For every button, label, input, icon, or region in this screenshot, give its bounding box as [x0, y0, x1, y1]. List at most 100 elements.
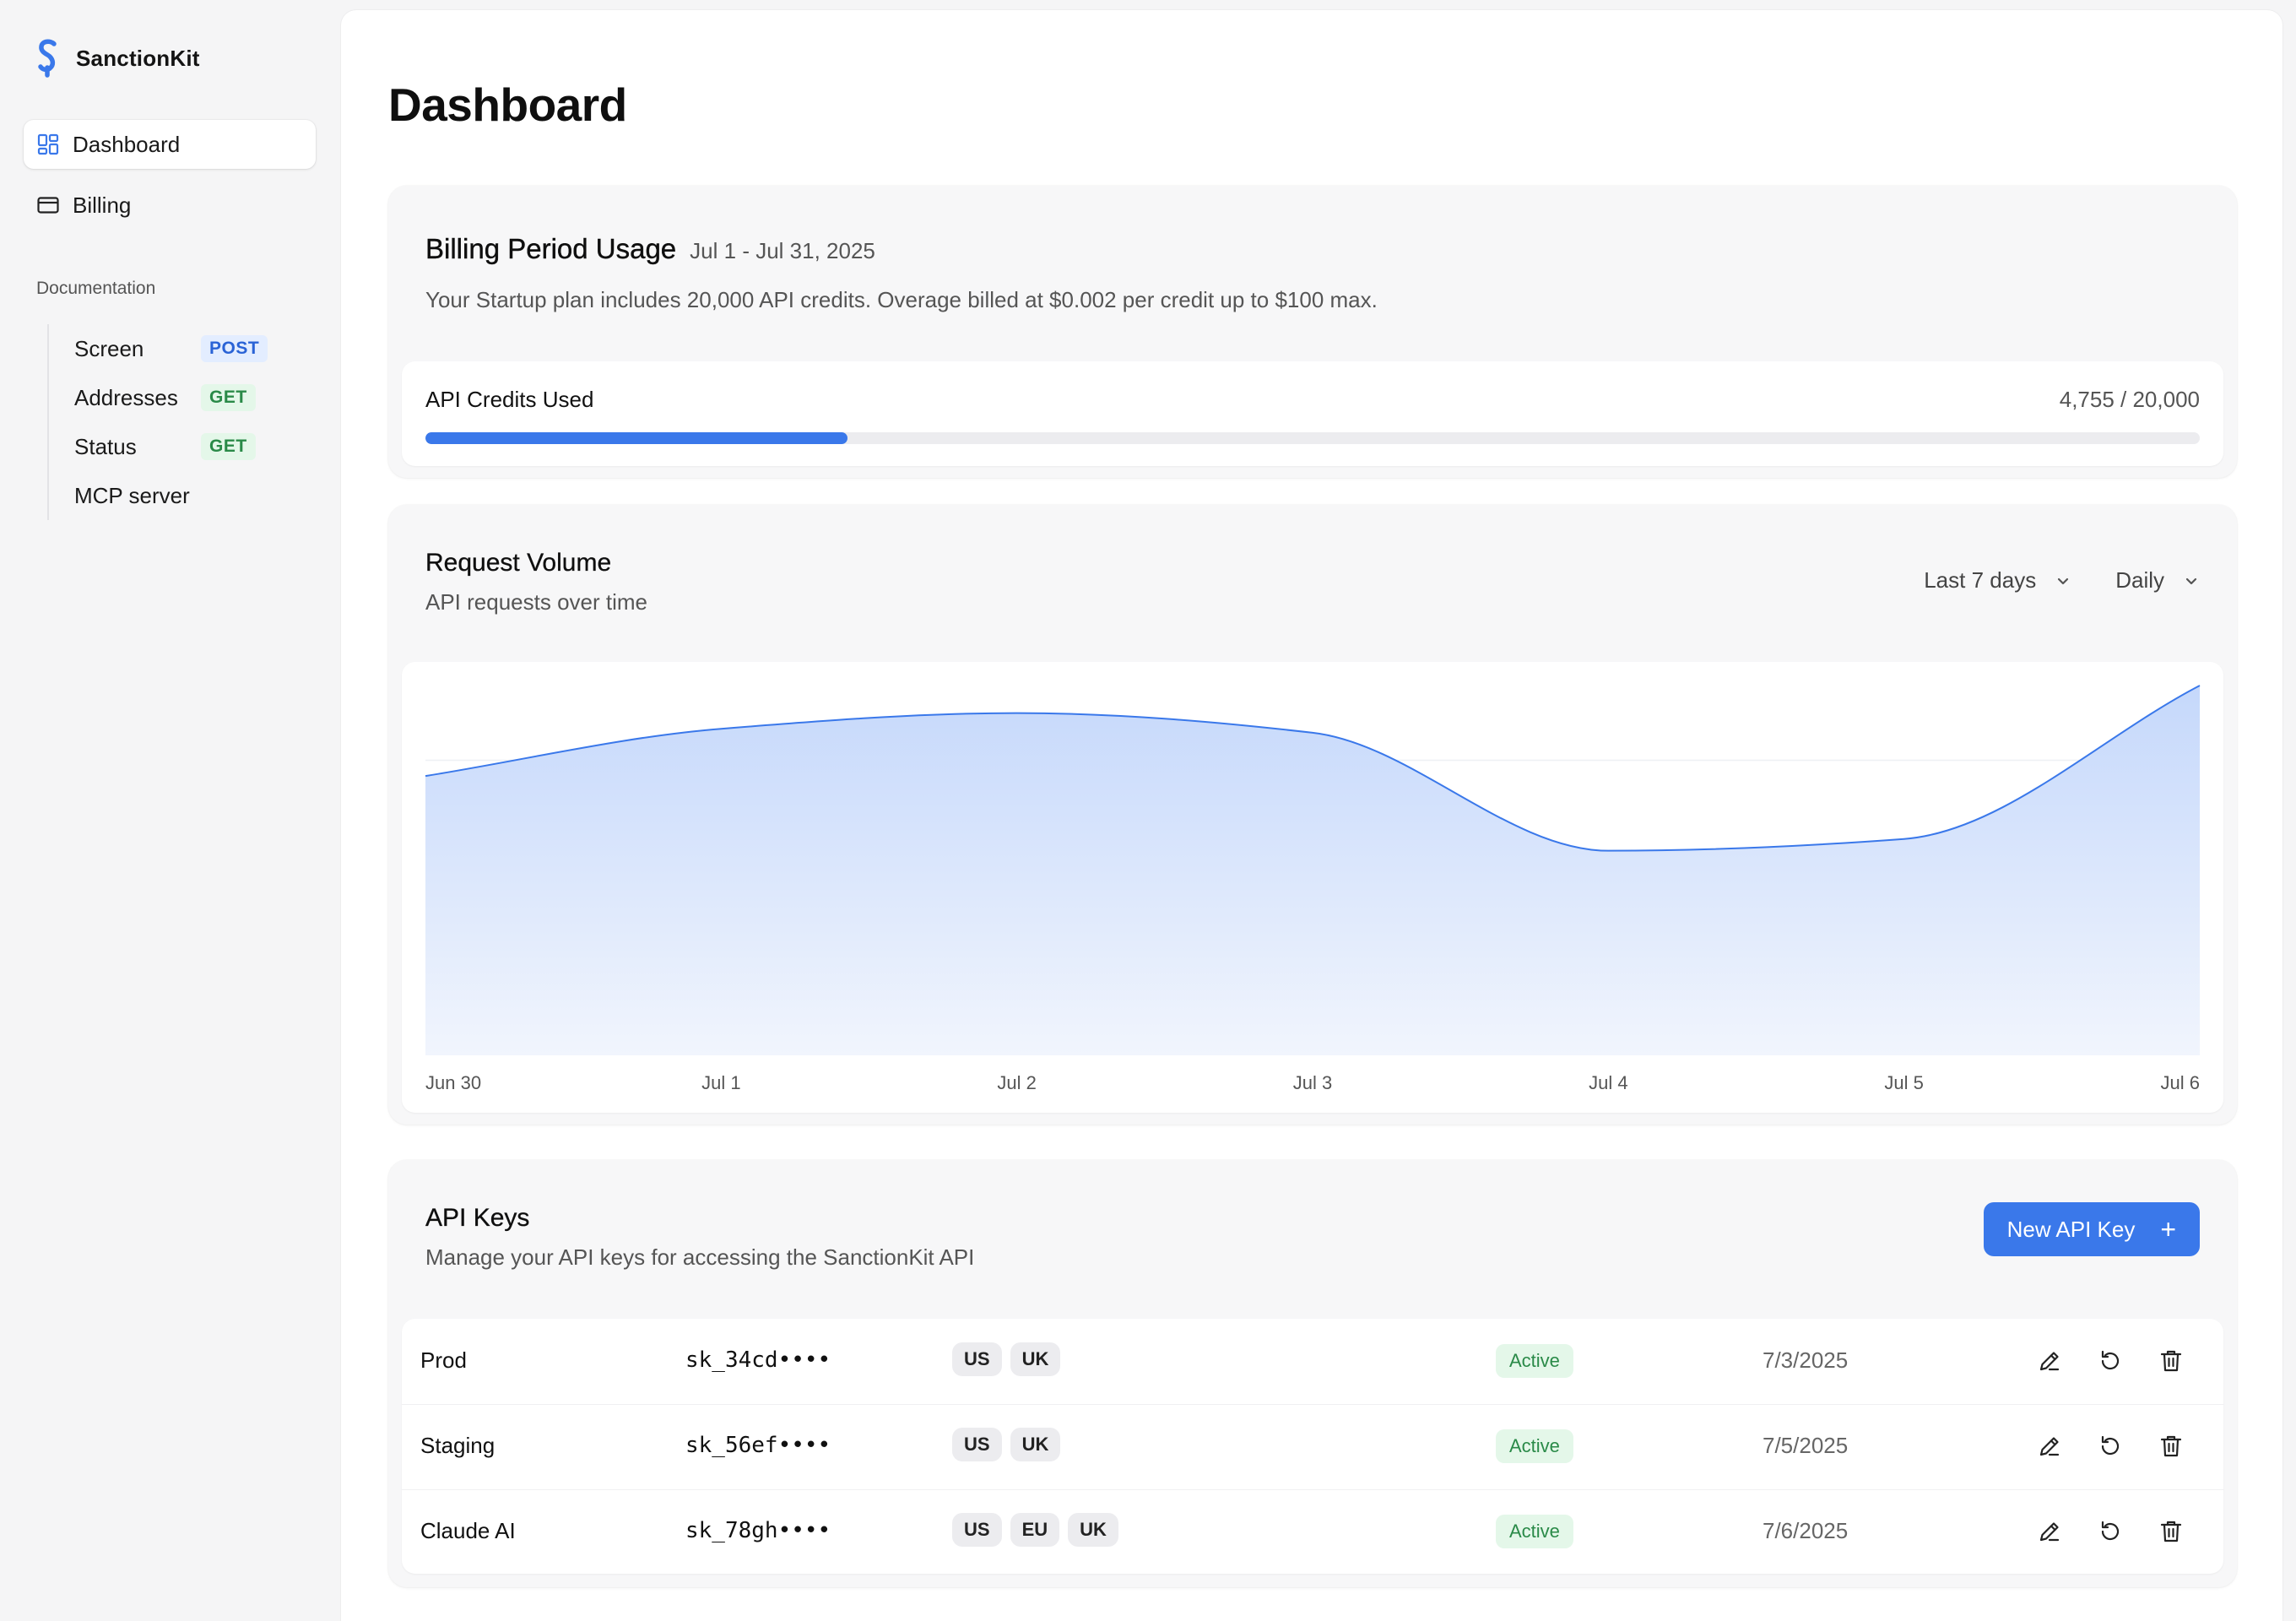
- doc-item-label: MCP server: [74, 482, 190, 508]
- key-name: Prod: [420, 1347, 467, 1373]
- credits-usage-count: 4,755 / 20,000: [2059, 387, 2200, 412]
- brand[interactable]: SanctionKit: [35, 39, 200, 78]
- new-api-key-label: New API Key: [2006, 1216, 2136, 1242]
- rotate-key-button[interactable]: [2093, 1429, 2127, 1463]
- api-keys-card: API Keys Manage your API keys for access…: [388, 1160, 2237, 1587]
- chevron-down-icon: [2185, 577, 2197, 584]
- x-tick-label: Jul 6: [2161, 1072, 2200, 1093]
- table-row: Claude AI sk_78gh•••• US EU UK Active 7/…: [402, 1489, 2223, 1574]
- nav-item-label: Billing: [73, 192, 132, 218]
- main-content: Dashboard Billing Period Usage Jul 1 - J…: [341, 10, 2282, 1621]
- x-tick-label: Jul 1: [701, 1072, 740, 1093]
- refresh-icon: [2101, 1435, 2120, 1456]
- method-badge: GET: [201, 384, 256, 411]
- doc-item-screen[interactable]: Screen POST: [74, 324, 292, 373]
- documentation-list: Screen POST Addresses GET Status GET MCP…: [47, 324, 292, 520]
- region-tag: UK: [1010, 1428, 1061, 1461]
- request-volume-area: [425, 685, 2200, 1055]
- interval-dropdown-label: Daily: [2115, 567, 2164, 593]
- pencil-icon: [2039, 1352, 2060, 1371]
- chart-controls: Last 7 days Daily: [1880, 567, 2200, 594]
- region-tag: US: [952, 1428, 1002, 1461]
- status-badge: Active: [1496, 1515, 1573, 1548]
- x-tick-label: Jun 30: [425, 1072, 481, 1093]
- billing-title: Billing Period Usage: [425, 233, 677, 264]
- request-volume-card: Request Volume API requests over time La…: [388, 505, 2237, 1125]
- credits-usage-label: API Credits Used: [425, 387, 594, 412]
- x-tick-label: Jul 2: [997, 1072, 1036, 1093]
- method-badge: POST: [201, 335, 268, 362]
- table-row: Prod sk_34cd•••• US UK Active 7/3/2025: [402, 1319, 2223, 1403]
- refresh-icon: [2101, 1350, 2120, 1370]
- delete-button[interactable]: [2154, 1515, 2188, 1548]
- doc-item-label: Screen: [74, 335, 144, 361]
- credits-progress-fill: [425, 432, 847, 444]
- status-badge: Active: [1496, 1429, 1573, 1463]
- sidebar: SanctionKit Dashboard Billing Documentat…: [0, 0, 338, 1621]
- pencil-icon: [2039, 1437, 2060, 1456]
- key-token: sk_78gh••••: [685, 1518, 831, 1543]
- request-volume-chart-panel: Jun 30 Jul 1 Jul 2 Jul 3 Jul 4 Jul 5 Jul 6: [402, 662, 2223, 1113]
- api-keys-subtitle: Manage your API keys for accessing the S…: [425, 1244, 975, 1270]
- x-tick-label: Jul 5: [1884, 1072, 1923, 1093]
- key-name: Claude AI: [420, 1518, 516, 1543]
- sanctionkit-logo-icon: [38, 39, 57, 78]
- new-api-key-button[interactable]: New API Key +: [1983, 1202, 2200, 1256]
- region-tag: EU: [1010, 1513, 1060, 1547]
- delete-button[interactable]: [2154, 1344, 2188, 1378]
- brand-name: SanctionKit: [76, 45, 200, 71]
- chevron-down-icon: [2058, 577, 2069, 584]
- trash-icon: [2160, 1350, 2182, 1372]
- range-dropdown[interactable]: Last 7 days: [1924, 567, 2071, 594]
- range-dropdown-label: Last 7 days: [1924, 567, 2037, 593]
- region-tag: US: [952, 1513, 1002, 1547]
- pencil-icon: [2039, 1522, 2060, 1542]
- edit-button[interactable]: [2033, 1515, 2066, 1548]
- api-keys-table: Prod sk_34cd•••• US UK Active 7/3/2025 S…: [402, 1319, 2223, 1574]
- api-keys-title: API Keys: [425, 1204, 530, 1232]
- row-actions: [2033, 1344, 2215, 1378]
- edit-button[interactable]: [2033, 1344, 2066, 1378]
- credits-usage-panel: API Credits Used 4,755 / 20,000: [402, 361, 2223, 466]
- region-tags: US EU UK: [952, 1513, 1127, 1547]
- billing-usage-card: Billing Period Usage Jul 1 - Jul 31, 202…: [388, 186, 2237, 478]
- doc-item-status[interactable]: Status GET: [74, 422, 292, 471]
- key-created-date: 7/6/2025: [1763, 1518, 1849, 1543]
- credits-progress-bar: [425, 432, 2200, 444]
- region-tag: UK: [1010, 1342, 1061, 1376]
- doc-item-addresses[interactable]: Addresses GET: [74, 373, 292, 422]
- nav-item-dashboard[interactable]: Dashboard: [24, 120, 316, 169]
- trash-icon: [2160, 1521, 2182, 1542]
- trash-icon: [2160, 1435, 2182, 1457]
- doc-item-mcp-server[interactable]: MCP server: [74, 471, 292, 520]
- refresh-icon: [2101, 1521, 2120, 1541]
- x-tick-label: Jul 3: [1293, 1072, 1332, 1093]
- request-volume-title: Request Volume: [425, 549, 612, 577]
- rotate-key-button[interactable]: [2093, 1344, 2127, 1378]
- billing-header: Billing Period Usage Jul 1 - Jul 31, 202…: [425, 233, 875, 265]
- page-title: Dashboard: [388, 79, 627, 131]
- interval-dropdown[interactable]: Daily: [2115, 567, 2200, 594]
- nav-item-billing[interactable]: Billing: [24, 181, 316, 230]
- dashboard-grid-icon: [37, 133, 59, 155]
- edit-button[interactable]: [2033, 1429, 2066, 1463]
- doc-item-label: Status: [74, 433, 137, 459]
- key-token: sk_56ef••••: [685, 1433, 831, 1458]
- key-created-date: 7/5/2025: [1763, 1433, 1849, 1458]
- region-tags: US UK: [952, 1428, 1069, 1461]
- rotate-key-button[interactable]: [2093, 1515, 2127, 1548]
- key-created-date: 7/3/2025: [1763, 1347, 1849, 1373]
- delete-button[interactable]: [2154, 1429, 2188, 1463]
- billing-period: Jul 1 - Jul 31, 2025: [690, 238, 875, 263]
- status-badge: Active: [1496, 1344, 1573, 1378]
- plus-icon: +: [2160, 1214, 2176, 1244]
- region-tag: UK: [1068, 1513, 1118, 1547]
- credit-card-icon: [37, 194, 59, 216]
- x-tick-label: Jul 4: [1589, 1072, 1627, 1093]
- request-volume-subtitle: API requests over time: [425, 589, 647, 615]
- region-tag: US: [952, 1342, 1002, 1376]
- key-name: Staging: [420, 1433, 495, 1458]
- key-token: sk_34cd••••: [685, 1347, 831, 1373]
- request-volume-chart: Jun 30 Jul 1 Jul 2 Jul 3 Jul 4 Jul 5 Jul 6: [425, 685, 2201, 1093]
- row-actions: [2033, 1429, 2215, 1463]
